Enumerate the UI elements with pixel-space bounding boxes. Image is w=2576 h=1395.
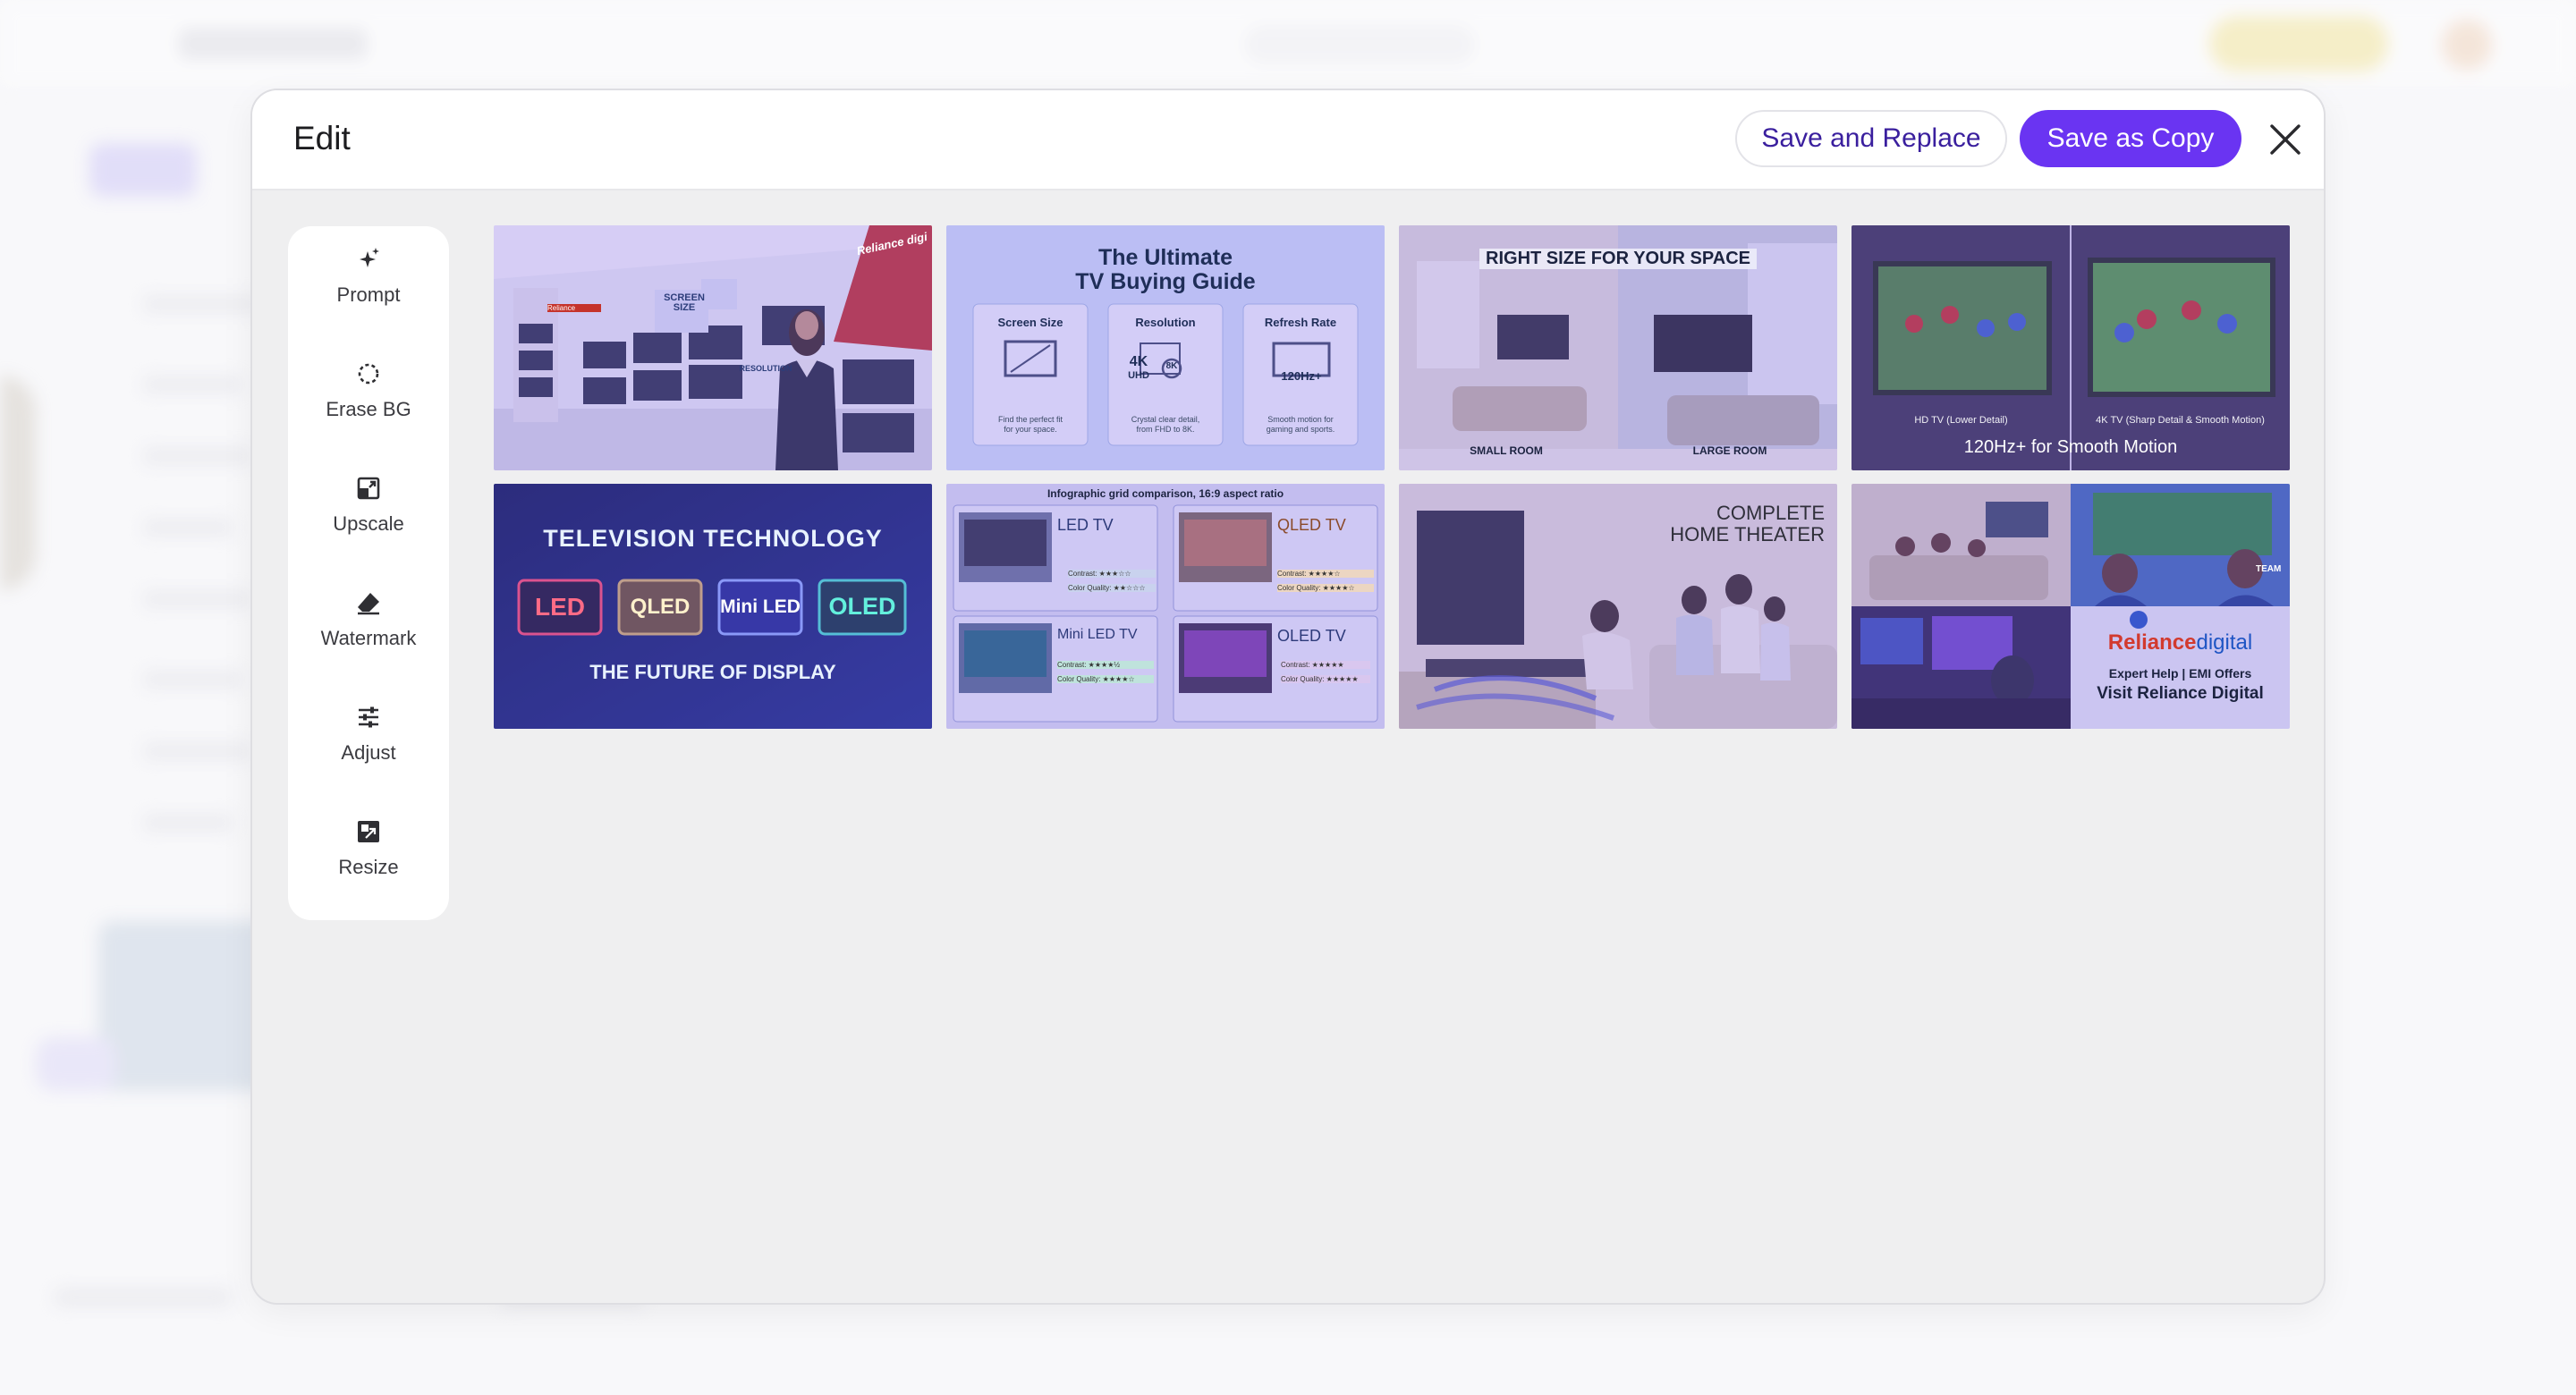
tool-erase-bg[interactable]: Erase BG xyxy=(288,341,449,439)
tool-label: Adjust xyxy=(341,741,396,764)
thumbnail-tv-showroom[interactable]: Reliance digi Reliance SCREEN SIZE RESOL… xyxy=(494,225,932,470)
guide-caption: Smooth motion for xyxy=(1267,415,1334,424)
jersey-text: TEAM xyxy=(2256,564,2282,574)
badge-120hz: 120Hz+ xyxy=(1281,369,1322,383)
thumbnail-infographic-grid[interactable]: Infographic grid comparison, 16:9 aspect… xyxy=(946,484,1385,729)
edit-modal: Edit Save and Replace Save as Copy Promp… xyxy=(252,90,2324,1303)
tool-label: Resize xyxy=(338,856,399,878)
brand-word-1: Reliance xyxy=(2107,630,2197,655)
chip-oled: OLED xyxy=(828,593,896,620)
chip-qled: QLED xyxy=(630,595,691,619)
tools-panel: Prompt Erase BG Upscale Watermark Adjust… xyxy=(288,226,449,920)
technology-subtitle: THE FUTURE OF DISPLAY xyxy=(589,661,836,683)
reliance-line-2: Visit Reliance Digital xyxy=(2097,684,2264,703)
badge-uhd: UHD xyxy=(1128,370,1149,381)
modal-title: Edit xyxy=(293,120,351,156)
save-and-replace-button[interactable]: Save and Replace xyxy=(1735,110,2007,167)
chip-mini-led: Mini LED xyxy=(720,596,801,617)
home-theater-line-2: HOME THEATER xyxy=(1670,523,1825,545)
upscale-icon xyxy=(355,475,382,502)
store-sign-small: Reliance xyxy=(547,304,601,312)
tool-label: Watermark xyxy=(320,627,417,649)
cell-rating: Color Quality: ★★★★★ xyxy=(1281,675,1370,683)
guide-col-head: Resolution xyxy=(1135,316,1196,329)
eraser-icon xyxy=(355,589,382,616)
guide-col-head: Refresh Rate xyxy=(1264,316,1337,329)
tool-upscale[interactable]: Upscale xyxy=(288,455,449,554)
thumbnail-home-theater[interactable]: COMPLETE HOME THEATER xyxy=(1399,484,1837,729)
save-as-copy-button[interactable]: Save as Copy xyxy=(2020,110,2241,167)
cell-rating: Color Quality: ★★☆☆☆ xyxy=(1068,584,1156,592)
close-icon xyxy=(2270,124,2301,155)
thumbnail-right-size[interactable]: RIGHT SIZE FOR YOUR SPACE SMALL ROOM LAR… xyxy=(1399,225,1837,470)
banner-screen-size: SCREEN SIZE xyxy=(664,292,705,313)
cell-oled-name: OLED TV xyxy=(1277,627,1346,645)
guide-caption: Crystal clear detail, xyxy=(1131,415,1200,424)
tool-watermark[interactable]: Watermark xyxy=(288,570,449,668)
tool-adjust[interactable]: Adjust xyxy=(288,684,449,782)
showroom-image xyxy=(494,225,932,470)
sliders-icon xyxy=(355,704,382,731)
reliance-line-1: Expert Help | EMI Offers xyxy=(2108,666,2252,681)
cell-rating: Contrast: ★★★★★ xyxy=(1281,661,1370,669)
guide-title-1: The Ultimate xyxy=(1097,245,1233,270)
tool-resize[interactable]: Resize xyxy=(288,799,449,897)
tool-label: Prompt xyxy=(336,283,401,306)
thumbnail-television-technology[interactable]: TELEVISION TECHNOLOGY LED QLED Mini LED … xyxy=(494,484,932,729)
sparkle-icon xyxy=(355,246,382,273)
thumbnail-tv-buying-guide[interactable]: The Ultimate TV Buying Guide Screen Size… xyxy=(946,225,1385,470)
cell-miniled-name: Mini LED TV xyxy=(1057,627,1138,642)
cell-led-name: LED TV xyxy=(1057,516,1114,534)
hd-label: HD TV (Lower Detail) xyxy=(1914,415,2008,426)
modal-header: Edit Save and Replace Save as Copy xyxy=(252,90,2324,190)
rooms-title: RIGHT SIZE FOR YOUR SPACE xyxy=(1479,249,1757,269)
tool-label: Erase BG xyxy=(326,398,411,420)
cell-rating: Contrast: ★★★★☆ xyxy=(1277,570,1374,578)
home-theater-line-1: COMPLETE xyxy=(1716,502,1825,524)
guide-caption: gaming and sports. xyxy=(1266,425,1335,434)
cell-rating: Color Quality: ★★★★☆ xyxy=(1277,584,1374,592)
guide-caption: for your space. xyxy=(1004,425,1057,434)
resize-icon xyxy=(355,818,382,845)
motion-caption: 120Hz+ for Smooth Motion xyxy=(1963,437,2178,457)
tool-prompt[interactable]: Prompt xyxy=(288,226,449,325)
brand-word-2: digital xyxy=(2196,630,2253,655)
rooms-left-label: SMALL ROOM xyxy=(1470,444,1543,457)
grid-header: Infographic grid comparison, 16:9 aspect… xyxy=(1046,487,1284,500)
guide-caption: Find the perfect fit xyxy=(997,415,1063,424)
guide-col-head: Screen Size xyxy=(997,316,1063,329)
badge-8k: 8K xyxy=(1165,361,1178,371)
thumbnail-hd-vs-4k[interactable]: HD TV (Lower Detail) 4K TV (Sharp Detail… xyxy=(1852,225,2290,470)
chip-led: LED xyxy=(535,593,585,621)
cell-rating: Contrast: ★★★☆☆ xyxy=(1068,570,1156,578)
cell-rating: Contrast: ★★★★½ xyxy=(1057,661,1154,669)
technology-title: TELEVISION TECHNOLOGY xyxy=(543,525,883,552)
badge-4k: 4K xyxy=(1129,354,1148,369)
hd-vs-4k-image xyxy=(1852,225,2290,470)
cell-qled-name: QLED TV xyxy=(1277,516,1346,534)
guide-title-2: TV Buying Guide xyxy=(1075,269,1256,294)
tool-label: Upscale xyxy=(333,512,404,535)
guide-caption: from FHD to 8K. xyxy=(1136,425,1195,434)
close-button[interactable] xyxy=(2261,115,2309,164)
rooms-right-label: LARGE ROOM xyxy=(1692,444,1767,457)
erase-bg-icon xyxy=(355,360,382,387)
4k-label: 4K TV (Sharp Detail & Smooth Motion) xyxy=(2096,415,2265,426)
cell-rating: Color Quality: ★★★★☆ xyxy=(1057,675,1154,683)
banner-resolution: RESOLUTION xyxy=(739,364,792,373)
reliance-digital-logo: Reliancedigital xyxy=(2071,630,2290,655)
thumbnail-reliance-digital[interactable]: Reliancedigital Expert Help | EMI Offers… xyxy=(1852,484,2290,729)
